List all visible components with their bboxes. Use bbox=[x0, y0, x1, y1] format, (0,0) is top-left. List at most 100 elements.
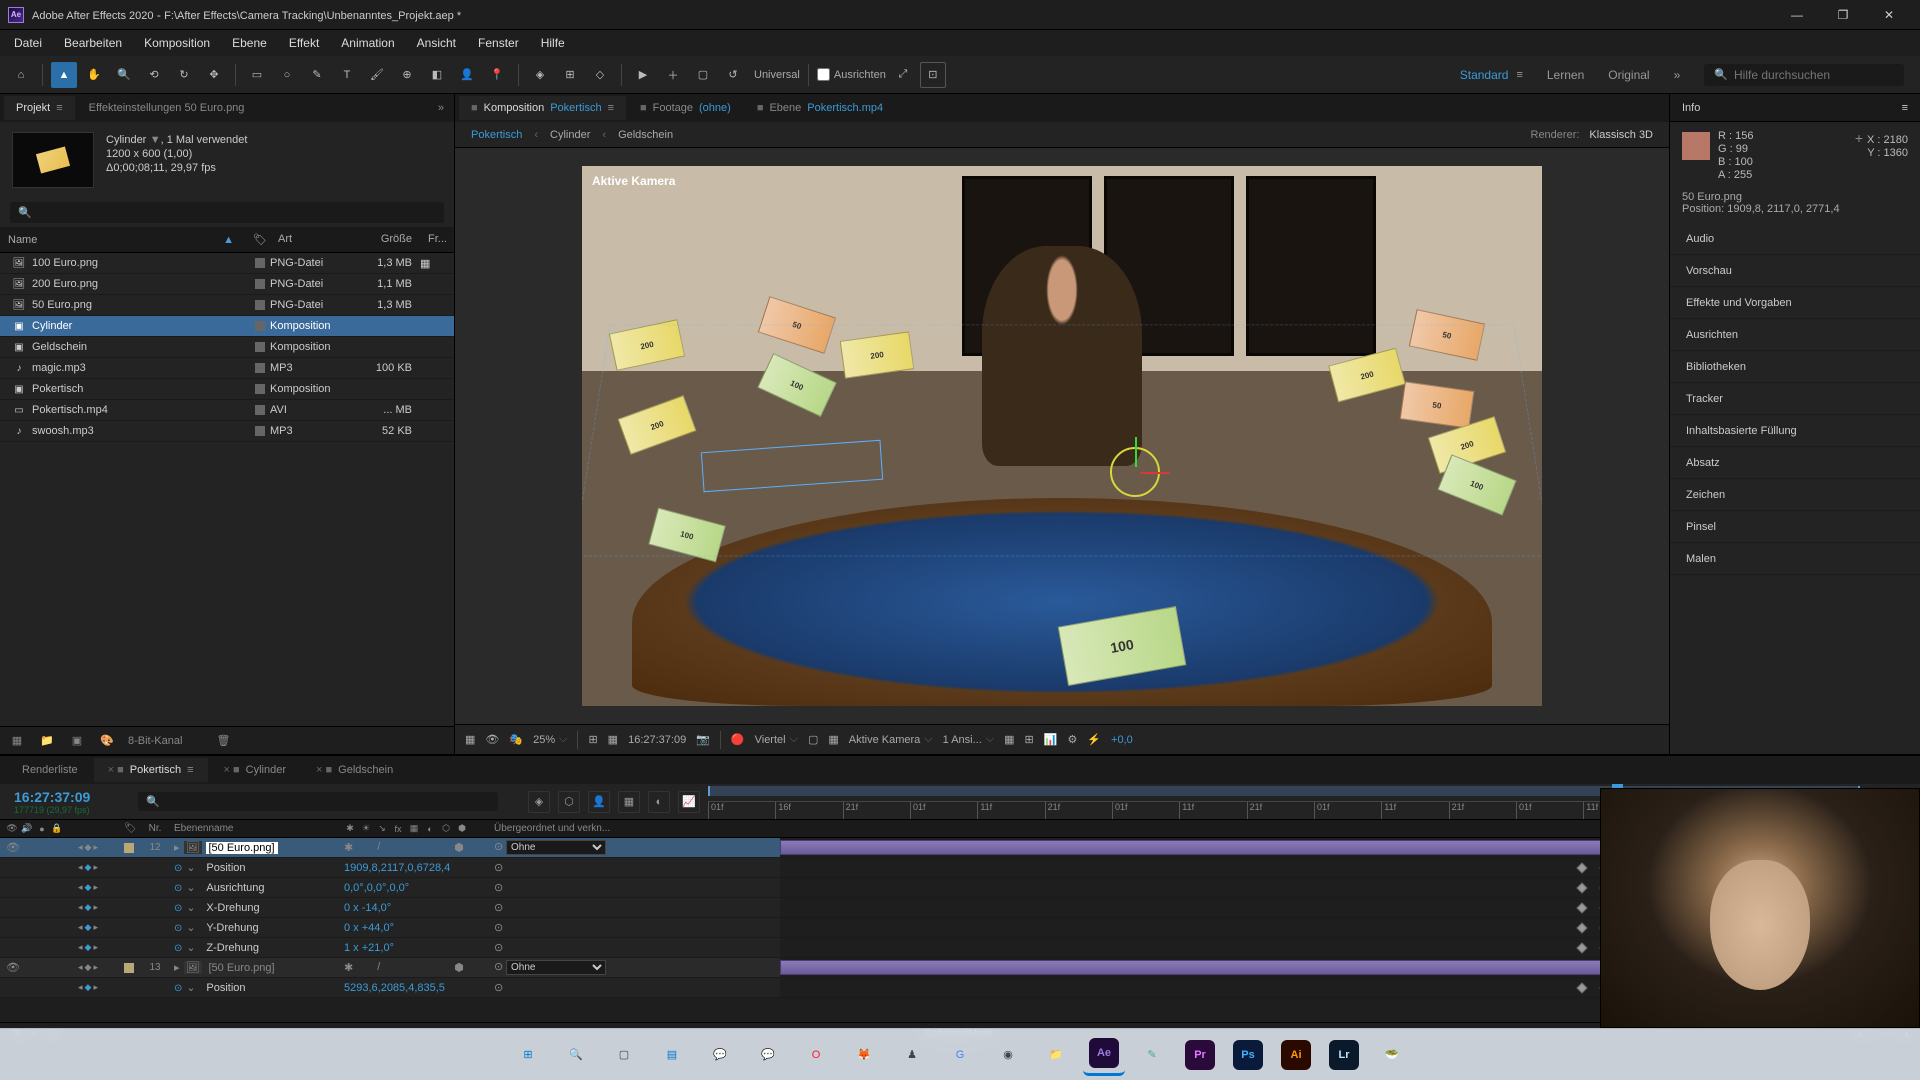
zoom-tool[interactable]: 🔍 bbox=[111, 62, 137, 88]
bc-geldschein[interactable]: Geldschein bbox=[618, 129, 673, 141]
comp-tab-2[interactable]: ■ Ebene Pokertisch.mp4 bbox=[745, 96, 895, 120]
timeline-tab-cylinder[interactable]: × ■ Cylinder bbox=[210, 758, 300, 782]
snap-opt2[interactable]: ⊡ bbox=[920, 62, 946, 88]
panel-tracker[interactable]: Tracker bbox=[1670, 383, 1920, 415]
world-axis-tool[interactable]: ⊞ bbox=[557, 62, 583, 88]
asset-row[interactable]: ▭Pokertisch.mp4 AVI ... MB bbox=[0, 400, 454, 421]
fast-preview[interactable]: ⚡ bbox=[1087, 733, 1101, 746]
new-comp-icon[interactable]: ▣ bbox=[68, 732, 86, 750]
info-panel-header[interactable]: Info≡ bbox=[1670, 94, 1920, 122]
taskbar-pr[interactable]: Pr bbox=[1179, 1034, 1221, 1076]
roto-tool[interactable]: 👤 bbox=[454, 62, 480, 88]
bpc-label[interactable]: 8-Bit-Kanal bbox=[128, 735, 182, 747]
project-search[interactable]: 🔍 bbox=[10, 202, 444, 223]
taskbar-ae[interactable]: Ae bbox=[1083, 1034, 1125, 1076]
camera-dropdown[interactable]: Aktive Kamera ⌵ bbox=[849, 733, 933, 746]
taskbar-app1[interactable]: ♟ bbox=[891, 1034, 933, 1076]
taskbar-teams[interactable]: 💬 bbox=[699, 1034, 741, 1076]
taskbar-opera[interactable]: O bbox=[795, 1034, 837, 1076]
timeline-tab-renderliste[interactable]: Renderliste bbox=[8, 758, 92, 782]
comp-viewer[interactable]: Aktive Kamera 200 50 200 100 200 100 100… bbox=[455, 148, 1669, 724]
draft-3d[interactable]: ⬡ bbox=[558, 791, 580, 813]
col-size[interactable]: Größe bbox=[360, 231, 420, 248]
menu-fenster[interactable]: Fenster bbox=[468, 32, 529, 54]
motion-blur[interactable]: ◐ bbox=[648, 791, 670, 813]
add-tool[interactable]: ＋ bbox=[660, 62, 686, 88]
zoom-dropdown[interactable]: 25% ⌵ bbox=[533, 733, 567, 746]
effects-settings-tab[interactable]: Effekteinstellungen 50 Euro.png bbox=[77, 96, 257, 120]
eraser-tool[interactable]: ◧ bbox=[424, 62, 450, 88]
panel-effekte-und-vorgaben[interactable]: Effekte und Vorgaben bbox=[1670, 287, 1920, 319]
pen-tool[interactable]: ✎ bbox=[304, 62, 330, 88]
comp-mini-flowchart[interactable]: ◈ bbox=[528, 791, 550, 813]
asset-row[interactable]: 🖼200 Euro.png PNG-Datei 1,1 MB bbox=[0, 274, 454, 295]
timeline-tab-geldschein[interactable]: × ■ Geldschein bbox=[302, 758, 407, 782]
taskbar-ps[interactable]: Ps bbox=[1227, 1034, 1269, 1076]
brush-tool[interactable]: 🖌 bbox=[364, 62, 390, 88]
cycle-tool[interactable]: ↺ bbox=[720, 62, 746, 88]
col-nr[interactable]: Nr. bbox=[140, 823, 170, 834]
label-col-icon[interactable]: 🏷 bbox=[120, 823, 140, 834]
alpha-toggle[interactable]: ▦ bbox=[465, 733, 475, 746]
close-button[interactable]: ✕ bbox=[1866, 0, 1912, 30]
taskbar-ai[interactable]: Ai bbox=[1275, 1034, 1317, 1076]
taskbar-app3[interactable]: ✎ bbox=[1131, 1034, 1173, 1076]
col-fr[interactable]: Fr... bbox=[420, 231, 450, 248]
col-type[interactable]: Art bbox=[270, 231, 360, 248]
taskbar-lr[interactable]: Lr bbox=[1323, 1034, 1365, 1076]
view-opt3[interactable]: 📊 bbox=[1044, 733, 1058, 746]
trash-icon[interactable]: 🗑 bbox=[214, 732, 232, 750]
play-tool[interactable]: ▶ bbox=[630, 62, 656, 88]
taskbar-search[interactable]: 🔍 bbox=[555, 1034, 597, 1076]
roi-toggle[interactable]: ▢ bbox=[808, 733, 818, 746]
view-opt4[interactable]: ⚙ bbox=[1067, 733, 1077, 746]
asset-row[interactable]: ▣Geldschein Komposition bbox=[0, 337, 454, 358]
minimize-button[interactable]: — bbox=[1774, 0, 1820, 30]
timeline-search[interactable]: 🔍 bbox=[138, 792, 498, 811]
asset-row[interactable]: ♪magic.mp3 MP3 100 KB bbox=[0, 358, 454, 379]
panel-absatz[interactable]: Absatz bbox=[1670, 447, 1920, 479]
comp-tab-0[interactable]: ■ Komposition Pokertisch ≡ bbox=[459, 96, 626, 120]
taskbar-whatsapp[interactable]: 💬 bbox=[747, 1034, 789, 1076]
mask-toggle[interactable]: 🎭 bbox=[509, 733, 523, 746]
grid-toggle[interactable]: ⊞ bbox=[588, 733, 597, 746]
color-mgmt[interactable]: 🔴 bbox=[731, 733, 745, 746]
transparency-toggle[interactable]: ▦ bbox=[828, 733, 838, 746]
puppet-tool[interactable]: 📍 bbox=[484, 62, 510, 88]
taskbar-firefox[interactable]: 🦊 bbox=[843, 1034, 885, 1076]
pan-behind-tool[interactable]: ✥ bbox=[201, 62, 227, 88]
box-tool[interactable]: ▢ bbox=[690, 62, 716, 88]
panel-vorschau[interactable]: Vorschau bbox=[1670, 255, 1920, 287]
col-layername[interactable]: Ebenenname bbox=[170, 823, 340, 834]
snap-opt1[interactable]: ⤢ bbox=[890, 62, 916, 88]
menu-effekt[interactable]: Effekt bbox=[279, 32, 329, 54]
panel-ausrichten[interactable]: Ausrichten bbox=[1670, 319, 1920, 351]
home-tool[interactable]: ⌂ bbox=[8, 62, 34, 88]
menu-ebene[interactable]: Ebene bbox=[222, 32, 277, 54]
maximize-button[interactable]: ❐ bbox=[1820, 0, 1866, 30]
panel-malen[interactable]: Malen bbox=[1670, 543, 1920, 575]
visibility-col-icon[interactable]: 👁 bbox=[6, 823, 18, 835]
views-dropdown[interactable]: 1 Ansi... ⌵ bbox=[943, 733, 994, 746]
panel-inhaltsbasierte-füllung[interactable]: Inhaltsbasierte Füllung bbox=[1670, 415, 1920, 447]
timeline-tab-pokertisch[interactable]: × ■ Pokertisch ≡ bbox=[94, 758, 208, 782]
adjust-icon[interactable]: 🎨 bbox=[98, 732, 116, 750]
panel-pinsel[interactable]: Pinsel bbox=[1670, 511, 1920, 543]
panel-audio[interactable]: Audio bbox=[1670, 223, 1920, 255]
view-opt2[interactable]: ⊞ bbox=[1025, 733, 1034, 746]
comp-tab-1[interactable]: ■ Footage (ohne) bbox=[628, 96, 743, 120]
tabs-overflow[interactable]: » bbox=[428, 102, 454, 114]
frame-blend[interactable]: ▦ bbox=[618, 791, 640, 813]
solo-col-icon[interactable]: ● bbox=[36, 823, 48, 835]
transform-gizmo[interactable] bbox=[1110, 447, 1160, 497]
interpret-footage-icon[interactable]: ▦ bbox=[8, 732, 26, 750]
col-parent[interactable]: Übergeordnet und verkn... bbox=[490, 823, 670, 834]
asset-row[interactable]: ▣Cylinder Komposition bbox=[0, 316, 454, 337]
panel-menu-icon[interactable]: ≡ bbox=[56, 102, 62, 114]
graph-editor[interactable]: 📈 bbox=[678, 791, 700, 813]
menu-hilfe[interactable]: Hilfe bbox=[531, 32, 575, 54]
timecode-display[interactable]: 16:27:37:09 bbox=[628, 734, 686, 746]
hide-shy[interactable]: 👤 bbox=[588, 791, 610, 813]
project-tab[interactable]: Projekt≡ bbox=[4, 96, 75, 120]
renderer-value[interactable]: Klassisch 3D bbox=[1589, 129, 1653, 141]
